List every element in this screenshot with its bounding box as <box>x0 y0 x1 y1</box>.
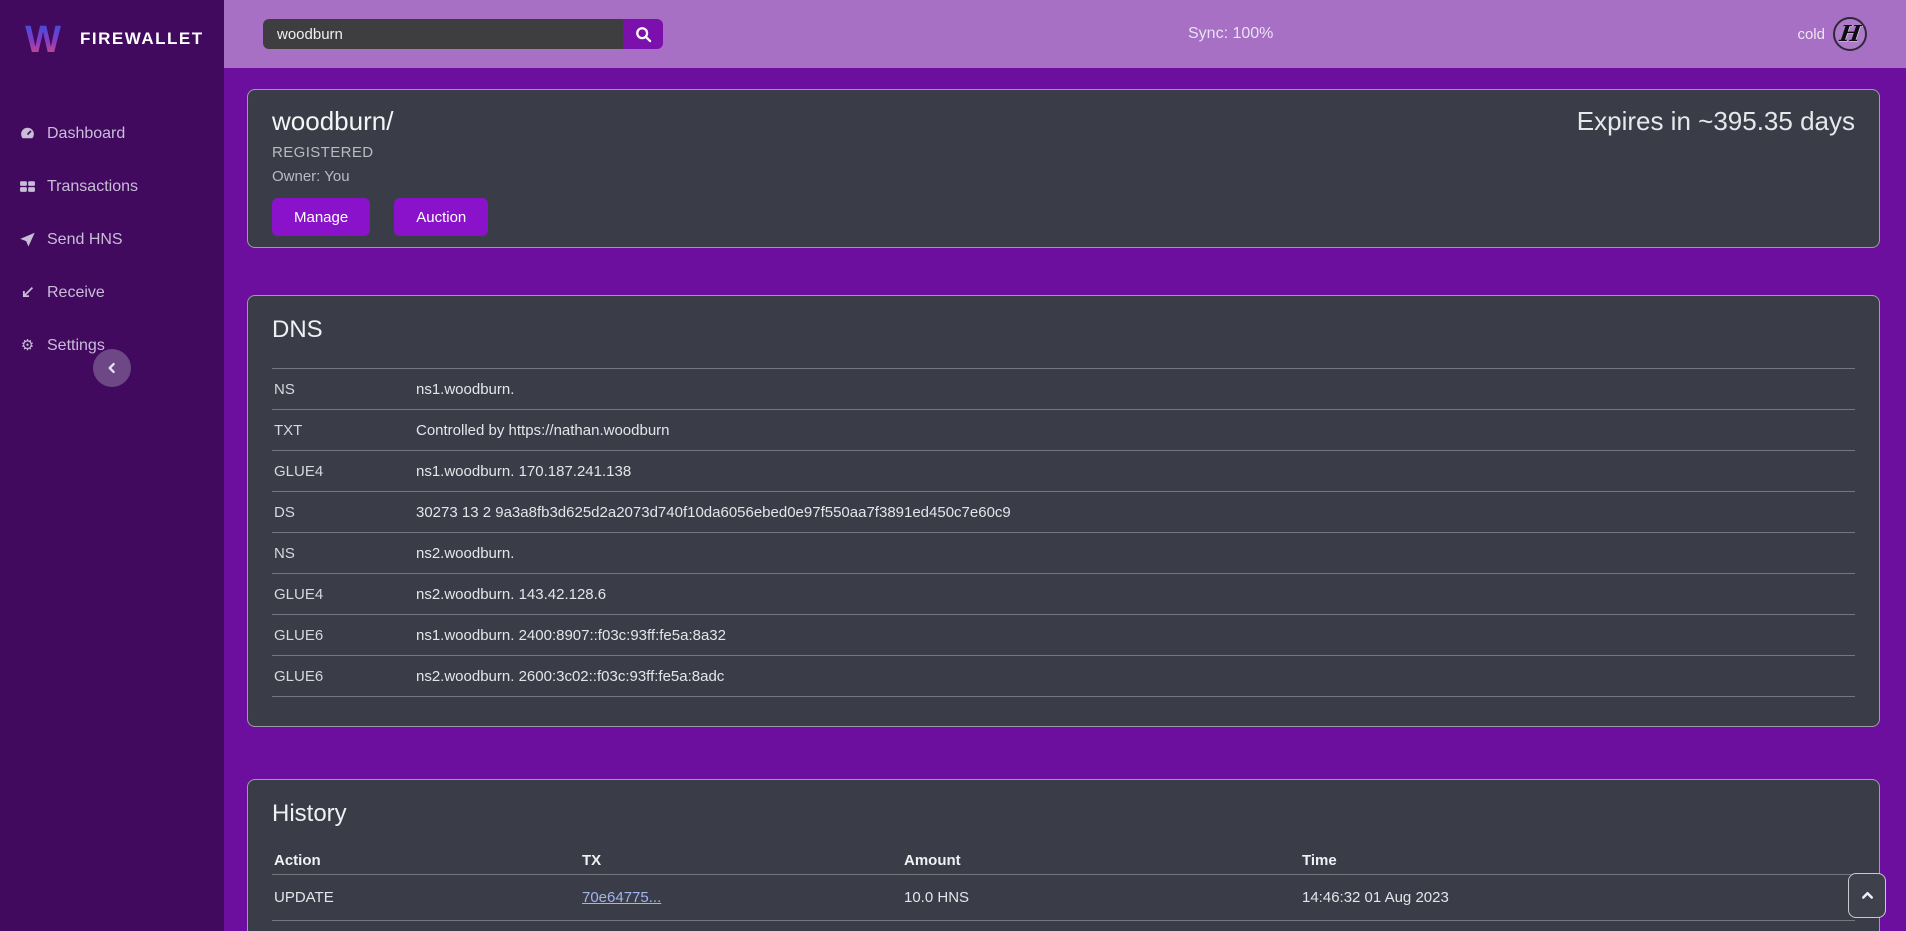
history-action: UPDATE <box>272 889 582 906</box>
handshake-logo-icon[interactable]: H <box>1833 17 1867 51</box>
gear-icon: ⚙ <box>19 337 36 354</box>
brand[interactable]: W FIREWALLET <box>0 0 224 64</box>
svg-text:W: W <box>25 21 61 57</box>
sidebar-nav: Dashboard Transactions Send HNS <box>0 107 224 372</box>
wallet-name: cold <box>1797 26 1825 43</box>
manage-button[interactable]: Manage <box>272 198 370 236</box>
search-icon <box>635 26 652 43</box>
sidebar-item-label: Transactions <box>47 178 138 196</box>
topbar: Sync: 100% cold H <box>224 0 1906 68</box>
firewallet-w-logo-icon: W <box>19 21 67 57</box>
history-header-row: Action TX Amount Time <box>272 846 1855 874</box>
gauge-icon <box>19 125 36 142</box>
sidebar-collapse-button[interactable] <box>93 349 131 387</box>
dns-record-type: NS <box>272 381 416 398</box>
send-icon <box>19 231 36 248</box>
sidebar-item-label: Dashboard <box>47 125 125 143</box>
history-row: UPDATE 70e64775... 10.0 HNS 14:46:32 01 … <box>272 874 1855 920</box>
sidebar-item-label: Send HNS <box>47 231 123 249</box>
main-content: woodburn/ REGISTERED Owner: You Manage A… <box>224 68 1906 931</box>
sidebar: W FIREWALLET Dashboard Transactions <box>0 0 224 931</box>
dns-record-row: GLUE6 ns1.woodburn. 2400:8907::f03c:93ff… <box>272 614 1855 655</box>
history-header-time: Time <box>1302 852 1855 869</box>
history-amount: 10.0 HNS <box>904 889 1302 906</box>
search-group <box>263 19 663 49</box>
dns-record-row: NS ns2.woodburn. <box>272 532 1855 573</box>
sidebar-item-receive[interactable]: Receive <box>0 266 224 319</box>
history-header-amount: Amount <box>904 852 1302 869</box>
dns-record-row: NS ns1.woodburn. <box>272 368 1855 409</box>
dns-record-type: NS <box>272 545 416 562</box>
dns-record-type: TXT <box>272 422 416 439</box>
receive-icon <box>19 284 36 301</box>
history-time: 14:46:32 01 Aug 2023 <box>1302 889 1855 906</box>
dns-record-row: GLUE4 ns2.woodburn. 143.42.128.6 <box>272 573 1855 614</box>
dns-record-value: Controlled by https://nathan.woodburn <box>416 422 670 439</box>
table-icon <box>19 178 36 195</box>
dns-record-value: ns2.woodburn. <box>416 545 514 562</box>
domain-card: woodburn/ REGISTERED Owner: You Manage A… <box>247 89 1880 248</box>
dns-record-type: DS <box>272 504 416 521</box>
expires-label: Expires in ~395.35 days <box>1577 106 1855 137</box>
sync-status: Sync: 100% <box>1188 0 1273 68</box>
history-header-tx: TX <box>582 852 904 869</box>
search-button[interactable] <box>623 19 663 49</box>
dns-record-row: DS 30273 13 2 9a3a8fb3d625d2a2073d740f10… <box>272 491 1855 532</box>
scroll-to-top-button[interactable] <box>1848 873 1886 918</box>
dns-title: DNS <box>272 316 1855 344</box>
dns-record-value: ns1.woodburn. 2400:8907::f03c:93ff:fe5a:… <box>416 627 726 644</box>
domain-owner: Owner: You <box>272 168 1855 185</box>
dns-card: DNS NS ns1.woodburn. TXT Controlled by h… <box>247 295 1880 727</box>
history-title: History <box>272 800 1855 828</box>
wallet-zone: cold H <box>1797 0 1867 68</box>
history-card: History Action TX Amount Time UPDATE 70e… <box>247 779 1880 931</box>
sidebar-item-label: Settings <box>47 337 105 355</box>
tx-link[interactable]: 70e64775... <box>582 889 661 906</box>
dns-record-value: ns1.woodburn. <box>416 381 514 398</box>
dns-record-type: GLUE6 <box>272 668 416 685</box>
search-input[interactable] <box>263 19 623 49</box>
dns-record-row: GLUE4 ns1.woodburn. 170.187.241.138 <box>272 450 1855 491</box>
dns-record-row: TXT Controlled by https://nathan.woodbur… <box>272 409 1855 450</box>
dns-record-type: GLUE4 <box>272 463 416 480</box>
sidebar-item-dashboard[interactable]: Dashboard <box>0 107 224 160</box>
dns-record-value: ns1.woodburn. 170.187.241.138 <box>416 463 631 480</box>
sidebar-item-transactions[interactable]: Transactions <box>0 160 224 213</box>
dns-record-value: ns2.woodburn. 143.42.128.6 <box>416 586 606 603</box>
sidebar-item-label: Receive <box>47 284 105 302</box>
dns-record-value: ns2.woodburn. 2600:3c02::f03c:93ff:fe5a:… <box>416 668 724 685</box>
sidebar-item-send-hns[interactable]: Send HNS <box>0 213 224 266</box>
dns-record-row: GLUE6 ns2.woodburn. 2600:3c02::f03c:93ff… <box>272 655 1855 696</box>
auction-button[interactable]: Auction <box>394 198 488 236</box>
history-header-action: Action <box>272 852 582 869</box>
dns-record-type: GLUE6 <box>272 627 416 644</box>
dns-record-value: 30273 13 2 9a3a8fb3d625d2a2073d740f10da6… <box>416 504 1011 521</box>
history-row: RENEW 47e2cd83... 10.0 HNS 15:47:36 07 F… <box>272 920 1855 931</box>
dns-record-type: GLUE4 <box>272 586 416 603</box>
dns-table: NS ns1.woodburn. TXT Controlled by https… <box>272 368 1855 697</box>
brand-name: FIREWALLET <box>80 29 204 49</box>
history-table: Action TX Amount Time UPDATE 70e64775...… <box>272 846 1855 931</box>
domain-status: REGISTERED <box>272 144 1855 161</box>
chevron-left-icon <box>105 361 119 375</box>
chevron-up-icon <box>1860 888 1875 903</box>
